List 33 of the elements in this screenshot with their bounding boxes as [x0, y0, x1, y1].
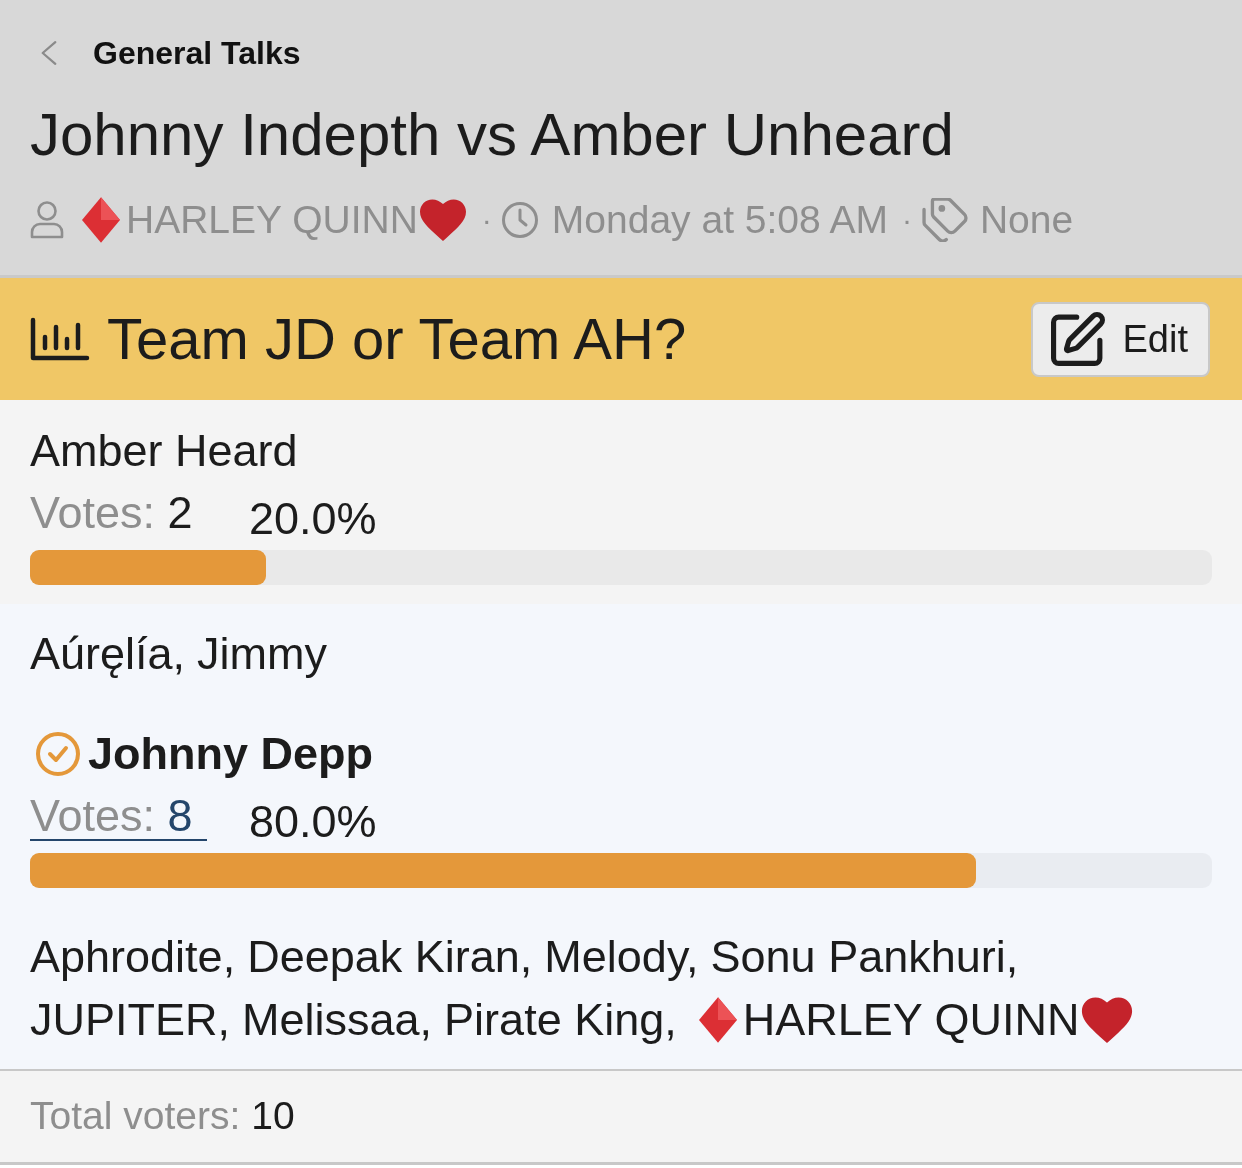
bar-chart-icon — [30, 317, 90, 361]
breadcrumb-link[interactable]: General Talks — [93, 33, 301, 73]
votes-link[interactable]: Votes: 8 — [30, 791, 207, 841]
votes-count: Votes: 2 — [30, 486, 193, 538]
meta-separator: · — [901, 202, 912, 238]
voter-name: Jimmy — [197, 627, 328, 681]
voter-name: Aúręlía, — [30, 627, 186, 681]
back-chevron-icon[interactable] — [40, 40, 58, 66]
vote-percent: 80.0% — [249, 795, 377, 849]
voter-name: Melody, — [544, 930, 699, 984]
edit-button[interactable]: Edit — [1030, 301, 1210, 377]
voter-name: JUPITER, — [30, 993, 231, 1047]
voter-name: HARLEY QUINN — [742, 993, 1080, 1047]
poll-question: Team JD or Team AH? — [107, 305, 687, 373]
total-voters-label: Total voters: — [30, 1093, 241, 1140]
voter-name: Sonu Pankhuri, — [710, 930, 1019, 984]
post-date: Monday at 5:08 AM — [551, 197, 888, 243]
total-voters-count: 10 — [251, 1093, 295, 1140]
tags-icon — [921, 197, 968, 242]
voter-name: Aphrodite, — [30, 930, 236, 984]
user-icon — [30, 200, 64, 239]
meta-separator: · — [481, 202, 492, 238]
voter-name: Pirate King, — [444, 993, 677, 1047]
thread-title: Johnny Indepth vs Amber Unheard — [30, 100, 955, 170]
option-name: Amber Heard — [30, 424, 298, 478]
check-circle-icon — [36, 732, 80, 776]
tags-value: None — [979, 197, 1074, 243]
voter-name: Melissaa, — [242, 993, 433, 1047]
edit-icon — [1050, 312, 1105, 366]
option-name: Johnny Depp — [88, 727, 373, 781]
clock-icon — [501, 201, 538, 238]
voter-name: Deepak Kiran, — [247, 930, 533, 984]
vote-percent: 20.0% — [249, 492, 377, 546]
